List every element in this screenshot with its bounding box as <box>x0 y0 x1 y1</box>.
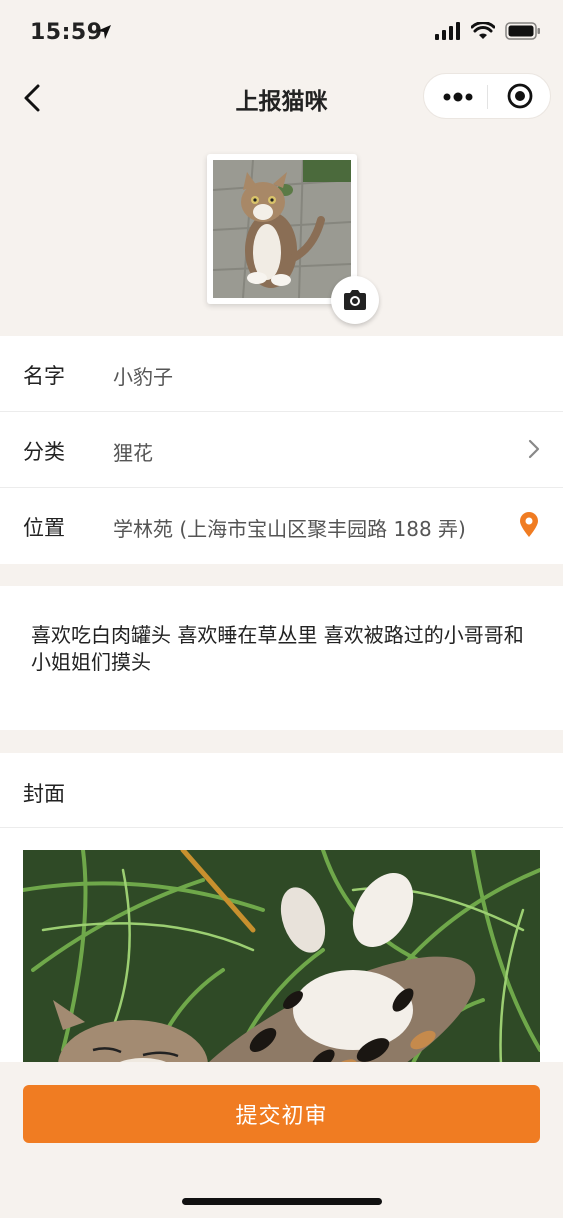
mini-program-capsule <box>423 73 551 119</box>
avatar-frame <box>207 154 357 304</box>
status-bar: 15:59 <box>0 0 563 70</box>
location-row[interactable]: 位置 学林苑 (上海市宝山区聚丰园路 188 弄) <box>0 488 563 564</box>
status-icons <box>435 22 541 40</box>
location-arrow-icon <box>97 25 111 39</box>
name-row[interactable]: 名字 小豹子 <box>0 336 563 412</box>
close-mini-program-icon[interactable] <box>506 82 534 110</box>
category-row[interactable]: 分类 狸花 <box>0 412 563 488</box>
cat-avatar[interactable] <box>207 154 379 324</box>
location-value[interactable]: 学林苑 (上海市宝山区聚丰园路 188 弄) <box>113 513 466 542</box>
description-card[interactable]: 喜欢吃白肉罐头 喜欢睡在草丛里 喜欢被路过的小哥哥和小姐姐们摸头 <box>0 586 563 730</box>
home-indicator[interactable] <box>182 1198 382 1205</box>
more-icon[interactable] <box>442 87 474 107</box>
cover-title: 封面 <box>23 782 65 806</box>
location-pin-icon[interactable] <box>519 512 539 538</box>
status-time: 15:59 <box>30 20 103 45</box>
name-label: 名字 <box>23 364 65 388</box>
cellular-signal-icon <box>435 22 460 40</box>
cat-photo <box>213 160 351 298</box>
description-textarea[interactable]: 喜欢吃白肉罐头 喜欢睡在草丛里 喜欢被路过的小哥哥和小姐姐们摸头 <box>31 622 531 676</box>
divider <box>0 827 563 828</box>
navigation-bar: 上报猫咪 <box>0 70 563 126</box>
name-input[interactable]: 小豹子 <box>113 361 173 390</box>
cover-photo[interactable] <box>23 850 540 1090</box>
category-label: 分类 <box>23 440 65 464</box>
bottom-action-bar: 提交初审 <box>0 1062 563 1218</box>
change-photo-button[interactable] <box>331 276 379 324</box>
location-label: 位置 <box>23 516 65 540</box>
capsule-divider <box>487 85 488 109</box>
camera-icon <box>344 290 366 310</box>
category-value[interactable]: 狸花 <box>113 437 153 466</box>
battery-icon <box>505 22 540 40</box>
submit-review-button[interactable]: 提交初审 <box>23 1085 540 1143</box>
wifi-icon <box>471 22 495 39</box>
cat-info-form: 名字 小豹子 分类 狸花 位置 学林苑 (上海市宝山区聚丰园路 188 弄) <box>0 336 563 564</box>
chevron-right-icon <box>528 439 540 459</box>
